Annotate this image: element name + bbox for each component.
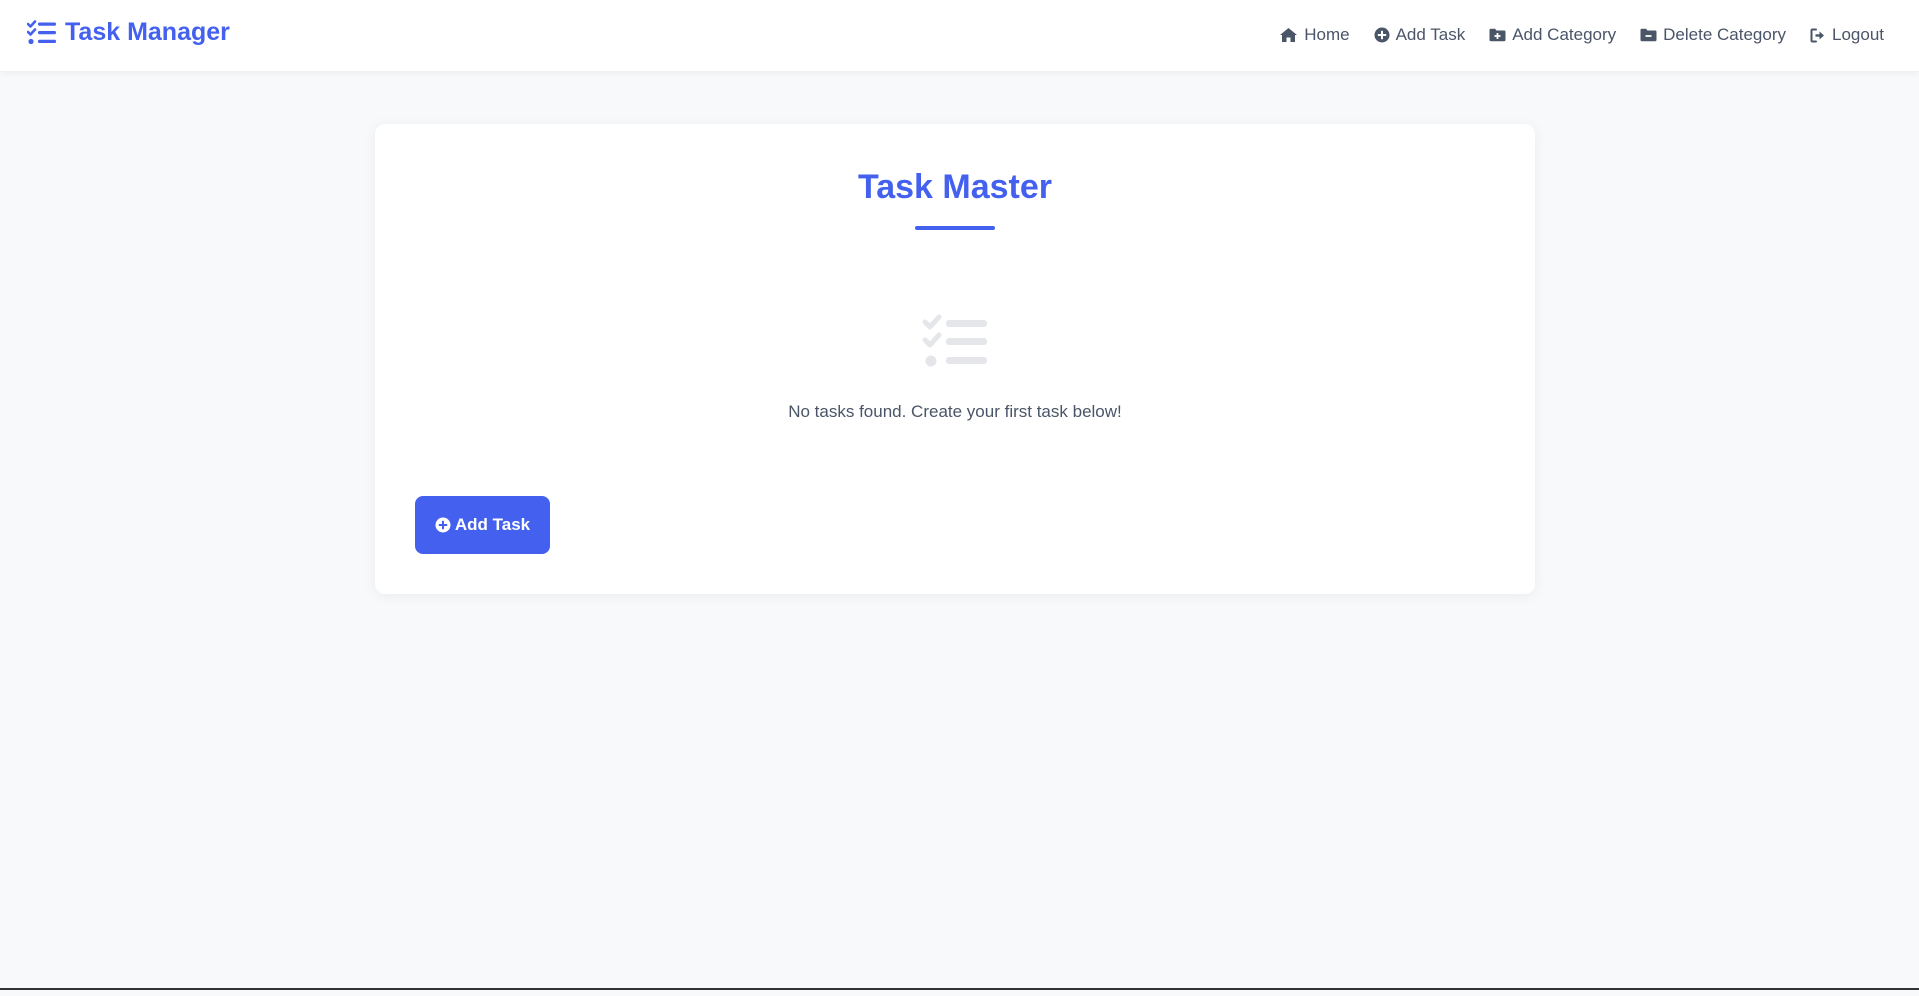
nav-add-category[interactable]: Add Category — [1489, 25, 1616, 45]
nav-add-task-label: Add Task — [1395, 25, 1466, 44]
folder-plus-icon — [1489, 28, 1506, 42]
nav-add-category-label: Add Category — [1512, 25, 1617, 44]
brand-logo[interactable]: Task Manager — [27, 18, 230, 47]
list-check-icon — [27, 19, 57, 46]
title-underline — [915, 226, 995, 230]
nav-home-label: Home — [1304, 25, 1350, 44]
nav-delete-category[interactable]: Delete Category — [1640, 25, 1786, 45]
nav-home[interactable]: Home — [1279, 25, 1350, 45]
plus-circle-icon — [1374, 27, 1390, 43]
bottom-divider — [0, 988, 1919, 990]
nav-logout[interactable]: Logout — [1810, 25, 1884, 45]
nav-links: Home Add Task Add Category Delete Catego… — [1279, 0, 1884, 70]
logout-icon — [1810, 28, 1826, 43]
empty-state-message: No tasks found. Create your first task b… — [788, 402, 1122, 421]
nav-logout-label: Logout — [1832, 25, 1884, 44]
nav-add-task[interactable]: Add Task — [1374, 25, 1466, 45]
brand-title: Task Manager — [65, 18, 230, 46]
folder-minus-icon — [1640, 28, 1657, 42]
page-title: Task Master — [857, 168, 1053, 206]
add-task-button-label: Add Task — [454, 515, 531, 534]
add-task-button[interactable]: Add Task — [415, 496, 550, 554]
tasks-icon — [922, 314, 988, 377]
top-navbar: Task Manager Home Add Task Add Category … — [0, 0, 1919, 72]
home-icon — [1279, 27, 1298, 43]
nav-delete-category-label: Delete Category — [1663, 25, 1786, 44]
plus-circle-icon — [435, 517, 451, 533]
task-card: Task Master No tasks found. Create your … — [375, 124, 1535, 594]
